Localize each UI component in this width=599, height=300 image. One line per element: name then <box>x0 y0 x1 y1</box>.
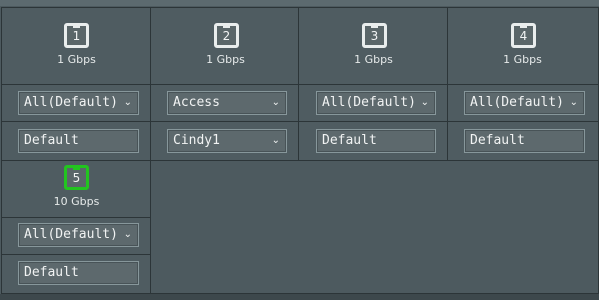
port-4-vlan-mode-select[interactable]: All(Default) ⌄ <box>464 91 585 115</box>
port-2-profile-select[interactable]: Cindy1 ⌄ <box>167 129 287 153</box>
ethernet-port-icon: 1 <box>64 23 89 48</box>
port-4-profile-select[interactable]: Default <box>464 129 585 153</box>
port-5-profile-select[interactable]: Default <box>18 261 139 285</box>
port-speed: 1 Gbps <box>354 53 393 66</box>
port-speed: 1 Gbps <box>57 53 96 66</box>
port-number: 1 <box>72 29 81 43</box>
ethernet-port-icon-active: 5 <box>64 165 89 190</box>
port-number: 4 <box>519 29 528 43</box>
ethernet-port-icon: 3 <box>362 23 387 48</box>
port-2-vlan-mode-select[interactable]: Access ⌄ <box>167 91 287 115</box>
empty-area <box>150 160 599 294</box>
selected-value: Default <box>322 133 377 148</box>
port-3-profile-select[interactable]: Default <box>316 129 436 153</box>
port-2-header-cell: 2 1 Gbps <box>150 7 299 85</box>
port-number: 3 <box>370 29 379 43</box>
chevron-down-icon: ⌄ <box>123 97 132 108</box>
port-3-vlan-mode-select[interactable]: All(Default) ⌄ <box>316 91 436 115</box>
chevron-down-icon: ⌄ <box>271 97 280 108</box>
port-3-header-cell: 3 1 Gbps <box>298 7 448 85</box>
port-4-header-cell: 4 1 Gbps <box>447 7 599 85</box>
selected-value: Default <box>24 133 79 148</box>
port-number: 2 <box>222 29 231 43</box>
port-speed: 10 Gbps <box>53 195 100 208</box>
selected-value: Cindy1 <box>173 133 220 148</box>
port-5-header-cell: 5 10 Gbps <box>1 160 151 218</box>
selected-value: All(Default) <box>24 227 118 242</box>
port-speed: 1 Gbps <box>503 53 542 66</box>
selected-value: Default <box>24 265 79 280</box>
selected-value: Default <box>470 133 525 148</box>
port-number: 5 <box>72 171 81 185</box>
selected-value: Access <box>173 95 220 110</box>
lan-port-settings-panel: 1 1 Gbps 2 1 Gbps 3 1 Gbps 4 1 Gbps All(… <box>0 0 599 300</box>
port-1-vlan-mode-select[interactable]: All(Default) ⌄ <box>18 91 139 115</box>
top-bar <box>0 0 599 6</box>
selected-value: All(Default) <box>470 95 564 110</box>
selected-value: All(Default) <box>322 95 416 110</box>
selected-value: All(Default) <box>24 95 118 110</box>
ethernet-port-icon: 2 <box>214 23 239 48</box>
bottom-border <box>0 294 599 300</box>
port-5-vlan-mode-select[interactable]: All(Default) ⌄ <box>18 223 139 247</box>
chevron-down-icon: ⌄ <box>271 135 280 146</box>
port-1-header-cell: 1 1 Gbps <box>1 7 151 85</box>
ethernet-port-icon: 4 <box>511 23 536 48</box>
port-speed: 1 Gbps <box>206 53 245 66</box>
chevron-down-icon: ⌄ <box>569 97 578 108</box>
chevron-down-icon: ⌄ <box>123 229 132 240</box>
port-1-profile-select[interactable]: Default <box>18 129 139 153</box>
chevron-down-icon: ⌄ <box>420 97 429 108</box>
